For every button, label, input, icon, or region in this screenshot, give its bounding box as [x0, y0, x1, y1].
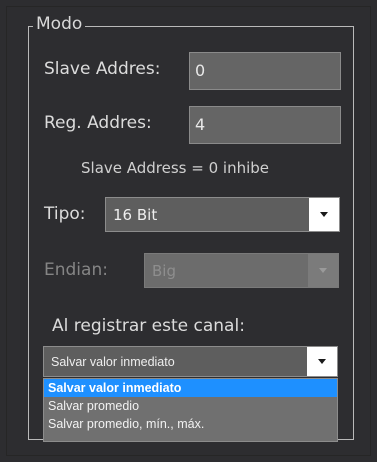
group-title: Modo: [33, 12, 86, 36]
registro-label: Al registrar este canal:: [52, 316, 245, 336]
slave-address-input[interactable]: 0: [189, 52, 341, 90]
registro-selected-value: Salvar valor inmediato: [51, 354, 175, 369]
registro-dropdown-button[interactable]: [307, 347, 337, 376]
dropdown-option[interactable]: Salvar promedio: [44, 397, 337, 415]
registro-dropdown-list: Salvar valor inmediato Salvar promedio S…: [43, 378, 338, 442]
reg-address-input[interactable]: 4: [189, 106, 341, 144]
tipo-selected-value: 16 Bit: [113, 205, 158, 224]
endian-combobox[interactable]: Big: [144, 253, 339, 288]
chevron-down-icon: [319, 268, 327, 273]
tipo-combobox[interactable]: 16 Bit: [105, 197, 340, 232]
reg-address-label: Reg. Addres:: [44, 113, 152, 133]
registro-combobox[interactable]: Salvar valor inmediato: [43, 346, 338, 377]
tipo-dropdown-button[interactable]: [309, 198, 339, 231]
dropdown-option[interactable]: Salvar valor inmediato: [44, 379, 337, 397]
endian-dropdown-button[interactable]: [308, 254, 338, 287]
settings-panel: { "group": { "title": "Modo" }, "slave_a…: [0, 0, 377, 462]
tipo-label: Tipo:: [44, 204, 86, 224]
endian-label: Endian:: [44, 260, 108, 280]
slave-address-label: Slave Addres:: [44, 59, 161, 79]
dropdown-option[interactable]: Salvar promedio, mín., máx.: [44, 415, 337, 433]
endian-selected-value: Big: [152, 261, 176, 280]
slave-address-note: Slave Address = 0 inhibe: [81, 159, 270, 177]
chevron-down-icon: [320, 212, 328, 217]
chevron-down-icon: [318, 359, 326, 364]
